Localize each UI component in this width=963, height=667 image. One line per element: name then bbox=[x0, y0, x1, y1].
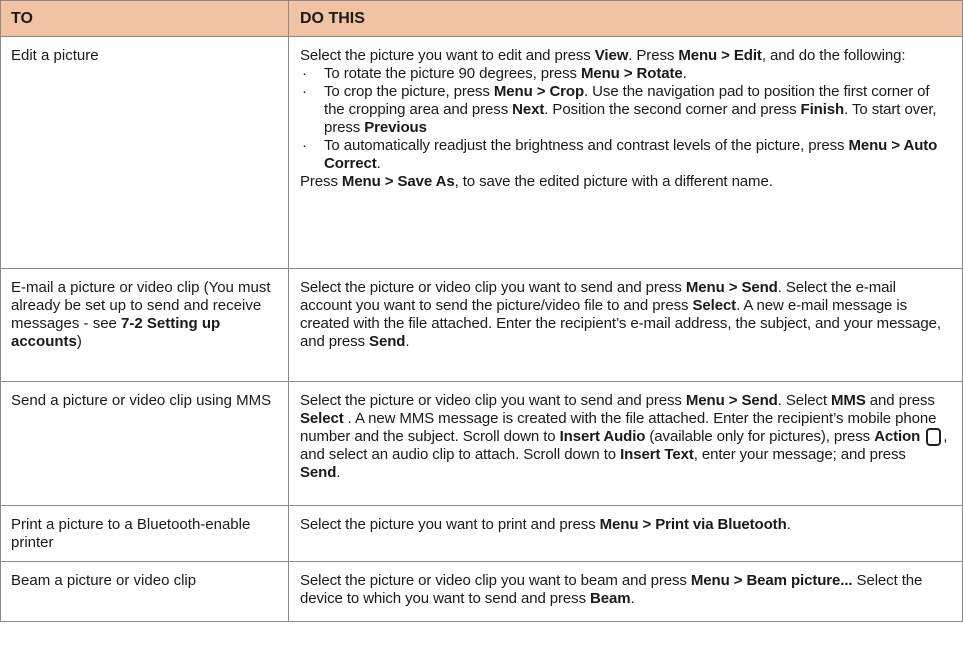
table-header-row: TO DO THIS bbox=[0, 0, 963, 37]
header-to: TO bbox=[0, 0, 289, 37]
row-to-cell: E-mail a picture or video clip (You must… bbox=[0, 268, 289, 382]
row-to-cell: Print a picture to a Bluetooth-enable pr… bbox=[0, 505, 289, 562]
row-do-cell: Select the picture you want to edit and … bbox=[288, 36, 963, 269]
table-row: E-mail a picture or video clip (You must… bbox=[0, 268, 963, 382]
row-to-cell: Edit a picture bbox=[0, 36, 289, 269]
table-row: Print a picture to a Bluetooth-enable pr… bbox=[0, 505, 963, 562]
table-row: Edit a picture Select the picture you wa… bbox=[0, 36, 963, 269]
bullet-icon: · bbox=[302, 65, 307, 82]
bullet-item: · To rotate the picture 90 degrees, pres… bbox=[302, 65, 687, 82]
bullet-item: · To crop the picture, press Menu > Crop… bbox=[302, 83, 937, 136]
table-row: Beam a picture or video clip Select the … bbox=[0, 561, 963, 622]
row-to-cell: Send a picture or video clip using MMS bbox=[0, 381, 289, 506]
row-to-cell: Beam a picture or video clip bbox=[0, 561, 289, 622]
bullet-icon: · bbox=[302, 83, 307, 100]
row-do-cell: Select the picture or video clip you wan… bbox=[288, 268, 963, 382]
header-do-this: DO THIS bbox=[288, 0, 963, 37]
bullet-icon: · bbox=[302, 137, 307, 154]
row-do-cell: Select the picture or video clip you wan… bbox=[288, 381, 963, 506]
row-do-cell: Select the picture you want to print and… bbox=[288, 505, 963, 562]
action-button-icon bbox=[926, 428, 942, 446]
bullet-item: · To automatically readjust the brightne… bbox=[302, 137, 938, 172]
edit-outro: Press Menu > Save As, to save the edited… bbox=[300, 173, 773, 190]
row-do-cell: Select the picture or video clip you wan… bbox=[288, 561, 963, 622]
instructions-table: TO DO THIS Edit a picture Select the pic… bbox=[0, 0, 963, 622]
edit-intro: Select the picture you want to edit and … bbox=[300, 47, 906, 64]
table-row: Send a picture or video clip using MMS S… bbox=[0, 381, 963, 506]
